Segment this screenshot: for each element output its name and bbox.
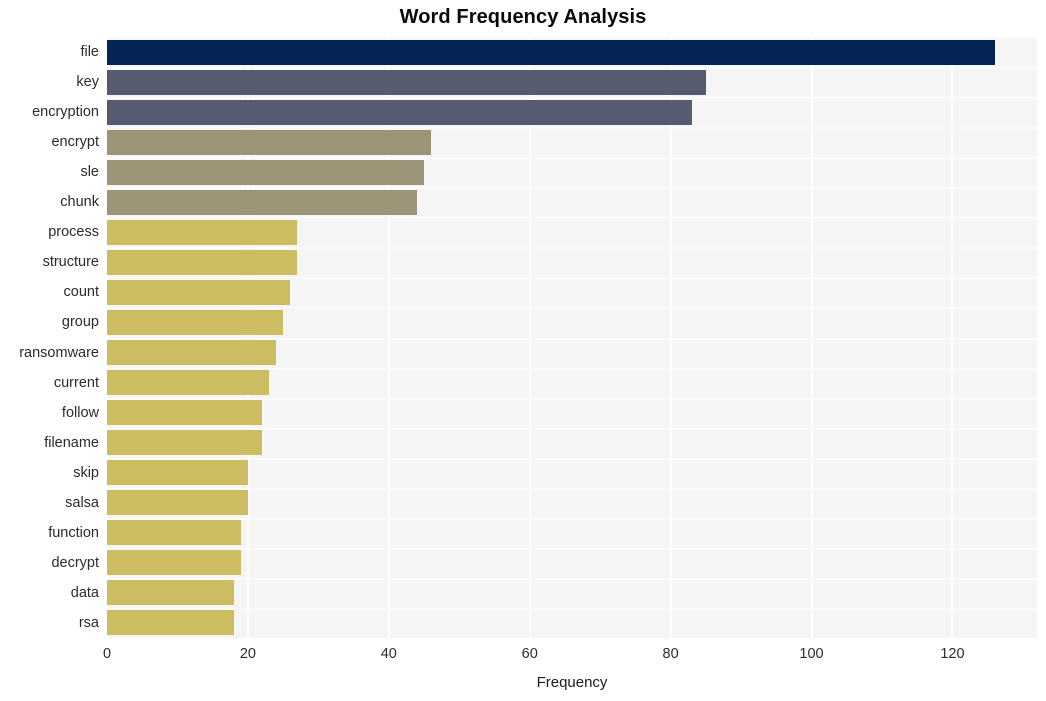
y-axis-tick-label: salsa: [65, 494, 99, 511]
bar: [107, 610, 234, 636]
x-axis-tick-label: 60: [521, 646, 538, 662]
bar: [107, 520, 241, 546]
x-axis-tick-label: 100: [799, 646, 824, 662]
bar: [107, 189, 417, 215]
bar: [107, 99, 692, 125]
gridline-vertical: [107, 37, 108, 638]
bar: [107, 550, 241, 576]
y-axis-tick-label: follow: [61, 404, 99, 421]
bar: [107, 460, 248, 486]
y-axis-tick-label: filename: [44, 434, 99, 451]
y-axis-tick-label: structure: [42, 254, 99, 271]
y-axis-tick-label: data: [70, 584, 99, 601]
x-axis-tick-label: 40: [380, 646, 397, 662]
word-frequency-bar-chart: Word Frequency Analysis file key encryptio…: [0, 0, 1046, 701]
bar: [107, 129, 432, 155]
y-axis-tick-label: group: [61, 314, 99, 331]
gridline-vertical: [387, 37, 390, 638]
y-axis-tick-label: file: [80, 44, 99, 61]
chart-title: Word Frequency Analysis: [399, 6, 647, 28]
bar: [107, 400, 262, 426]
y-axis-tick-label: encryption: [32, 104, 99, 121]
y-axis-tick-label: ransomware: [19, 344, 99, 361]
bar: [107, 340, 277, 366]
y-axis-tick-label: sle: [80, 164, 99, 181]
plot-area: [107, 37, 1037, 638]
bar: [107, 580, 234, 606]
x-axis-tick-label: 120: [940, 646, 965, 662]
y-axis-tick-label: rsa: [78, 614, 99, 631]
bar: [107, 159, 425, 185]
x-axis-tick-label: 20: [239, 646, 256, 662]
x-axis-tick-label: 0: [102, 646, 112, 662]
y-axis-tick-label: current: [53, 374, 99, 391]
y-axis-tick-label: skip: [73, 464, 99, 481]
gridline-vertical: [810, 37, 813, 638]
bar: [107, 69, 706, 95]
x-axis-tick-labels: 0 20 40 60 80 100 120: [0, 646, 1046, 670]
x-axis-tick-label: 80: [662, 646, 679, 662]
bar: [107, 219, 298, 245]
y-axis-tick-labels: file key encryption encrypt sle chunk process s…: [0, 37, 99, 638]
bar: [107, 309, 284, 335]
gridline-vertical: [528, 37, 531, 638]
y-axis-tick-label: key: [76, 74, 99, 91]
y-axis-tick-label: count: [63, 284, 99, 301]
y-axis-tick-label: chunk: [60, 194, 99, 211]
y-axis-tick-label: encrypt: [51, 134, 99, 151]
bar: [107, 279, 291, 305]
gridline-vertical: [669, 37, 672, 638]
bar: [107, 370, 270, 396]
y-axis-tick-label: function: [48, 524, 99, 541]
bar: [107, 490, 248, 516]
y-axis-tick-label: decrypt: [51, 554, 99, 571]
y-axis-tick-label: process: [48, 224, 99, 241]
bar: [107, 249, 298, 275]
x-axis-title: Frequency: [536, 674, 608, 691]
bar: [107, 430, 262, 456]
bar: [107, 39, 995, 65]
gridline-vertical: [951, 37, 954, 638]
gridline-vertical: [246, 37, 249, 638]
